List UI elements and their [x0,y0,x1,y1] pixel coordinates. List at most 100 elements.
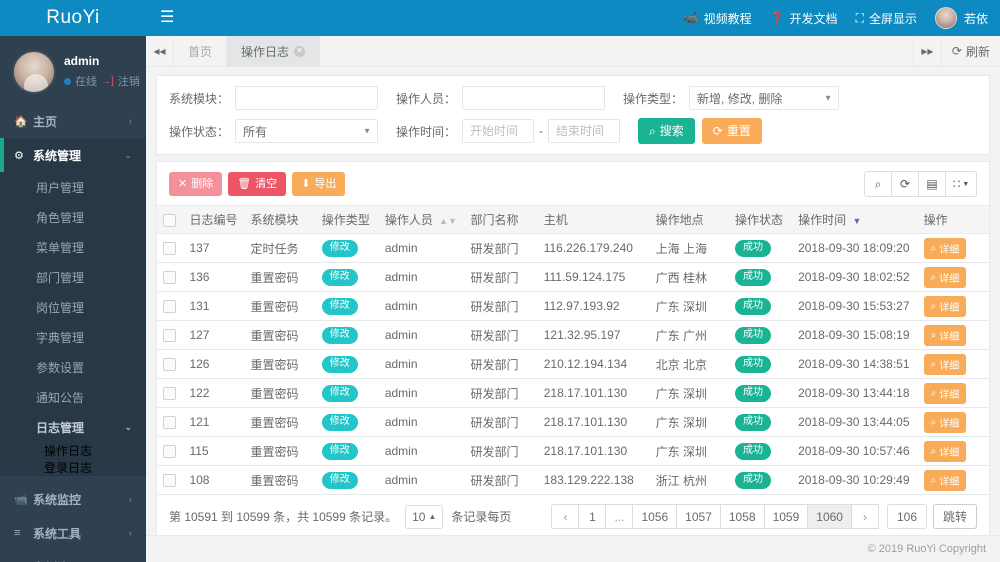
pagination-page-1[interactable]: 1 [578,504,607,529]
row-checkbox[interactable] [163,416,176,430]
chevron-double-right-icon[interactable]: ▸▸ [913,36,942,66]
pagination-page-1058[interactable]: 1058 [719,504,765,529]
cell-action[interactable]: ⌕ 详细 [917,378,989,408]
delete-button[interactable]: ✕ 删除 [169,172,223,196]
clear-button[interactable]: 🗑 清空 [228,172,287,196]
module-input[interactable] [235,86,379,110]
export-button[interactable]: ⬇ 导出 [292,172,346,196]
row-select-cell[interactable] [157,378,184,408]
detail-button[interactable]: ⌕ 详细 [923,353,967,375]
table-row[interactable]: 122 重置密码 修改 admin 研发部门 218.17.101.130 广东 深圳 成功 2… [157,378,989,408]
table-row[interactable]: 108 重置密码 修改 admin 研发部门 183.129.222.138 浙江 杭州 成功… [157,465,989,495]
sidebar-item-system-tools[interactable]: ≡ 系统工具 ‹ [0,516,146,550]
pagination-page-1059[interactable]: 1059 [763,504,809,529]
sidebar-item-operation-log[interactable]: 操作日志 [0,442,146,459]
hamburger-icon[interactable]: ☰ [160,10,174,26]
end-time-input[interactable] [548,119,621,143]
detail-button[interactable]: ⌕ 详细 [923,237,967,259]
tab-refresh-button[interactable]: ⟳ 刷新 [942,36,1000,66]
tab-operation-log[interactable]: 操作日志 ✕ [227,36,321,66]
row-checkbox[interactable] [163,445,176,459]
online-label[interactable]: 在线 [75,73,97,89]
pagination-page-1057[interactable]: 1057 [676,504,721,529]
table-row[interactable]: 131 重置密码 修改 admin 研发部门 112.97.193.92 广东 深圳 成功 20… [157,291,989,321]
table-row[interactable]: 127 重置密码 修改 admin 研发部门 121.32.95.197 广东 广州 成功 20… [157,320,989,350]
sidebar-item-system-management[interactable]: ⚙ 系统管理 ⌄ [0,138,146,172]
page-size-select[interactable]: 10 ▲ [405,504,444,529]
cell-action[interactable]: ⌕ 详细 [917,349,989,379]
sidebar-item-role-management[interactable]: 角色管理 [0,202,146,232]
logout-label[interactable]: 注销 [118,73,140,89]
cell-action[interactable]: ⌕ 详细 [917,407,989,437]
cell-action[interactable]: ⌕ 详细 [917,320,989,350]
cell-action[interactable]: ⌕ 详细 [917,262,989,292]
topbar-link-video-tutorial[interactable]: 📹 视频教程 [684,10,752,27]
pagination-next[interactable]: › [850,504,879,529]
th-dept[interactable]: 部门名称 [464,205,538,234]
sidebar-item-home[interactable]: 🏠 主页 ‹ [0,104,146,138]
th-select-all[interactable] [157,205,184,234]
columns-icon[interactable]: ▤ [918,171,946,197]
refresh-icon[interactable]: ⟳ [891,171,919,197]
th-time[interactable]: 操作时间 ▼ [792,205,918,234]
avatar[interactable] [12,50,56,94]
sidebar-item-post-management[interactable]: 岗位管理 [0,292,146,322]
detail-button[interactable]: ⌕ 详细 [923,382,967,404]
grid-toggle-icon[interactable]: ∷ ▼ [945,171,977,197]
operation-type-select[interactable] [689,86,840,110]
th-location[interactable]: 操作地点 [649,205,729,234]
pagination-jump-input[interactable] [886,504,927,529]
pagination-jump-button[interactable]: 跳转 [932,504,977,529]
sidebar-item-notice[interactable]: 通知公告 [0,382,146,412]
pagination-prev[interactable]: ‹ [551,504,580,529]
table-row[interactable]: 126 重置密码 修改 admin 研发部门 210.12.194.134 北京 北京 成功 2… [157,349,989,379]
start-time-input[interactable] [462,119,535,143]
row-checkbox[interactable] [163,474,176,488]
sidebar-item-param-settings[interactable]: 参数设置 [0,352,146,382]
chevron-double-left-icon[interactable]: ◂◂ [146,36,174,66]
table-row[interactable]: 115 重置密码 修改 admin 研发部门 218.17.101.130 广东 深圳 成功 2… [157,436,989,466]
sidebar-item-system-monitor[interactable]: 📹 系统监控 ‹ [0,482,146,516]
pagination-page-1056[interactable]: 1056 [632,504,678,529]
sidebar-item-dept-management[interactable]: 部门管理 [0,262,146,292]
row-select-cell[interactable] [157,291,184,321]
search-button[interactable]: ⌕ 搜索 [638,118,695,144]
row-checkbox[interactable] [163,271,176,285]
detail-button[interactable]: ⌕ 详细 [923,440,967,462]
row-select-cell[interactable] [157,407,184,437]
operator-input[interactable] [462,86,606,110]
cell-action[interactable]: ⌕ 详细 [917,233,989,263]
topbar-user-menu[interactable]: 若依 [934,7,988,29]
topbar-link-fullscreen[interactable]: ⛶ 全屏显示 [856,10,917,27]
th-user[interactable]: 操作人员 ▲▼ [378,205,465,234]
table-row[interactable]: 136 重置密码 修改 admin 研发部门 111.59.124.175 广西 桂林 成功 2… [157,262,989,292]
th-host[interactable]: 主机 [537,205,650,234]
th-module[interactable]: 系统模块 [244,205,316,234]
cell-action[interactable]: ⌕ 详细 [917,436,989,466]
table-row[interactable]: 137 定时任务 修改 admin 研发部门 116.226.179.240 上海 上海 成功… [157,233,989,263]
sort-desc-icon[interactable]: ▼ [852,216,861,226]
sort-icon[interactable]: ▲▼ [439,216,457,226]
row-select-cell[interactable] [157,233,184,263]
row-checkbox[interactable] [163,387,176,401]
cell-action[interactable]: ⌕ 详细 [917,291,989,321]
row-select-cell[interactable] [157,349,184,379]
sidebar-item-dict-management[interactable]: 字典管理 [0,322,146,352]
table-row[interactable]: 121 重置密码 修改 admin 研发部门 218.17.101.130 广东 深圳 成功 2… [157,407,989,437]
search-icon[interactable]: ⌕ [864,171,892,197]
th-type[interactable]: 操作类型 [315,205,379,234]
cell-action[interactable]: ⌕ 详细 [917,465,989,495]
row-select-cell[interactable] [157,436,184,466]
detail-button[interactable]: ⌕ 详细 [923,324,967,346]
detail-button[interactable]: ⌕ 详细 [923,295,967,317]
row-checkbox[interactable] [163,358,176,372]
row-checkbox[interactable] [163,242,176,256]
sidebar-item-user-management[interactable]: 用户管理 [0,172,146,202]
sidebar-item-demo[interactable]: 🖵 实例演示 ‹ [0,550,146,562]
th-id[interactable]: 日志编号 [183,205,245,234]
detail-button[interactable]: ⌕ 详细 [923,411,967,433]
row-select-cell[interactable] [157,465,184,495]
close-icon[interactable]: ✕ [294,45,306,57]
reset-button[interactable]: ⟳ 重置 [701,118,762,144]
row-select-cell[interactable] [157,262,184,292]
